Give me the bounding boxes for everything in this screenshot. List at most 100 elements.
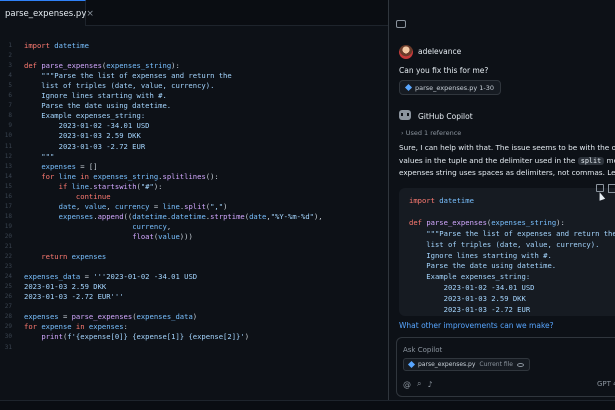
code-editor[interactable]: parse_expenses.py × 1 import datetime 2 3 de… (0, 0, 388, 410)
insert-icon[interactable] (608, 184, 615, 193)
code-token: 2023-01-03 -2.72 EUR''' (24, 292, 124, 302)
code-token: datetime (439, 196, 474, 205)
code-token: Example expenses_string: (409, 272, 531, 282)
eye-icon[interactable] (517, 362, 525, 367)
code-token: append (97, 211, 124, 221)
code-token: parse_expenses (41, 61, 102, 71)
line-content: return expenses (24, 251, 106, 262)
model-picker[interactable]: GPT 4o (597, 380, 615, 388)
code-token: line (71, 181, 89, 191)
code-token: currency (132, 221, 167, 231)
code-token: date (58, 201, 76, 211)
code-token: continue (24, 191, 111, 201)
chat-header (389, 0, 615, 36)
code-token: "," (210, 201, 224, 211)
code-token: (( (123, 211, 133, 221)
code-token: Parse the date using datetime. (24, 101, 172, 111)
code-token: 2023-01-03 -2.72 EUR (409, 305, 531, 314)
code-token: 2023-01-03 2.59 DKK (409, 294, 526, 304)
line-content: print(f'{expense[0]} {expense[1]} {expen… (24, 331, 249, 342)
line-content: import datetime (24, 40, 89, 51)
file-chip-label: parse_expenses.py (418, 361, 476, 368)
code-token: 2023-01-03 -2.72 EUR (24, 141, 146, 151)
code-token: expenses (88, 322, 124, 332)
code-token: ), (313, 211, 323, 221)
mention-icon[interactable]: @ (403, 380, 411, 389)
code-token: """Parse the list of expenses and return… (24, 71, 232, 81)
code-token: = [] (75, 161, 98, 171)
code-token: = (58, 312, 72, 322)
code-token: date (249, 211, 267, 221)
code-token: for (24, 171, 59, 181)
reply-text: values in the tuple and the delimiter us… (399, 156, 615, 165)
line-number: 31 (4, 343, 12, 351)
code-token: value (158, 231, 180, 241)
code-token: currency (114, 201, 150, 211)
used-references-toggle[interactable]: › Used 1 reference (401, 129, 461, 137)
chat-icon[interactable] (396, 20, 406, 28)
snippet-line: 2023-01-03 -2.72 EUR (409, 304, 531, 315)
tab-parse-expenses[interactable]: parse_expenses.py × (0, 0, 94, 26)
user-name: adelevance (418, 47, 462, 56)
code-token: ): (556, 217, 565, 227)
current-file-chip[interactable]: parse_expenses.py Current file (403, 358, 531, 371)
code-token: print (41, 332, 63, 342)
snippet-line: import datetime (409, 195, 474, 206)
user-message: Can you fix this for me? (399, 66, 489, 75)
code-token: """Parse the list of expenses and return… (409, 228, 615, 238)
ask-copilot-input[interactable] (403, 344, 603, 355)
code-token: """ (24, 151, 55, 161)
code-token: expenses (41, 161, 76, 171)
microphone-icon[interactable]: ♪ (427, 380, 432, 389)
code-token: 2023-01-03 2.59 DKK (24, 282, 107, 292)
code-token: (): (205, 171, 219, 181)
code-token: import (24, 41, 55, 50)
used-references-label: Used 1 reference (405, 129, 462, 137)
followup-suggestion[interactable]: What other improvements can we make? (399, 321, 554, 330)
code-token: expenses (58, 211, 94, 221)
code-token: expenses_string (106, 61, 172, 71)
reference-chip[interactable]: parse_expenses.py 1-30 (399, 80, 502, 95)
code-token: Parse the date using datetime. (409, 261, 557, 271)
avatar (399, 45, 413, 59)
code-token: def (24, 61, 42, 71)
code-token: float (132, 231, 154, 241)
code-token: if (24, 181, 72, 191)
code-token: line (58, 171, 76, 181)
code-token: parse_expenses (426, 217, 487, 227)
code-token: , (166, 221, 172, 231)
reply-text: expenses string uses spaces as delimiter… (399, 168, 615, 177)
code-token: 2023-01-02 -34.01 USD (409, 283, 535, 293)
code-token: expenses_data (24, 272, 81, 282)
copilot-chat-panel: adelevance Can you fix this for me? pars… (389, 0, 615, 410)
snippet-line: def parse_expenses(expenses_string): (409, 217, 565, 228)
code-token: "%Y-%m-%d" (270, 211, 314, 221)
file-chip-sublabel: Current file (479, 361, 514, 368)
snippet-line: 2023-01-02 -34.01 USD (409, 282, 535, 293)
code-token: expenses (71, 252, 107, 262)
code-token: ) (244, 332, 250, 342)
code-token: ))) (179, 231, 193, 241)
code-token: , (75, 201, 85, 211)
attach-icon[interactable]: ⌕ (417, 379, 421, 389)
snippet-line: Parse the date using datetime. (409, 260, 556, 271)
code-token: expenses (24, 312, 59, 322)
code-token: 2023-01-03 2.59 DKK (24, 131, 141, 141)
code-snippet[interactable]: import datetime def parse_expenses(expens… (399, 188, 615, 316)
snippet-line: """Parse the list of expenses and return… (409, 228, 615, 239)
snippet-line: 2023-01-03 2.59 DKK (409, 293, 526, 304)
assistant-name: GitHub Copilot (418, 112, 473, 121)
snippet-line: list of triples (date, value, currency). (409, 239, 599, 250)
code-token: = (149, 201, 163, 211)
code-token: 2023-01-02 -34.01 USD (24, 121, 150, 131)
code-token: list of triples (date, value, currency). (24, 81, 215, 91)
chat-input-box[interactable]: parse_expenses.py Current file @ ⌕ ♪ GPT… (396, 337, 615, 397)
close-icon[interactable]: × (86, 9, 94, 19)
code-token: ): (171, 61, 180, 71)
code-token: expenses_string (491, 217, 557, 227)
snippet-line: Ignore lines starting with #. (409, 250, 552, 261)
